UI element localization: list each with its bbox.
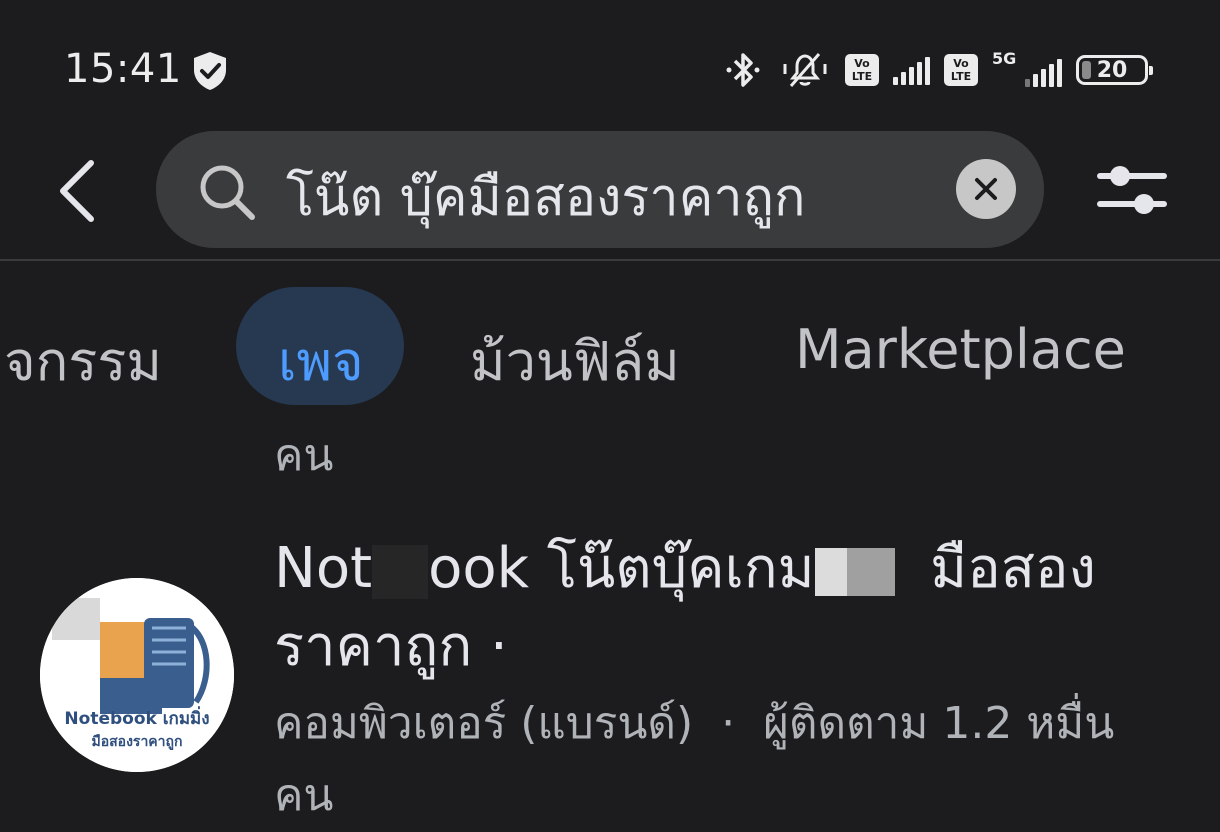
search-input[interactable]: โน๊ต บุ๊คมือสองราคาถูก	[156, 131, 1044, 248]
close-icon	[975, 178, 997, 200]
muted-bell-icon	[783, 53, 827, 87]
header-divider	[0, 259, 1220, 261]
page-avatar[interactable]: Notebook เกมมิ่ง มือสองราคาถูก	[40, 578, 234, 772]
status-bar: 15:41 Vo LTE Vo LTE 5G 20	[0, 0, 1220, 130]
search-query-text: โน๊ต บุ๊คมือสองราคาถูก	[286, 168, 806, 228]
shield-check-icon	[194, 52, 226, 90]
result-category: คอมพิวเตอร์ (แบรนด์)	[274, 698, 694, 749]
notebook-logo-icon: Notebook เกมมิ่ง มือสองราคาถูก	[40, 578, 234, 772]
chevron-left-icon	[60, 160, 94, 222]
result-followers: ผู้ติดตาม 1.2 หมื่น	[763, 698, 1115, 749]
previous-result-tail: คน	[274, 430, 334, 481]
battery-level: 20	[1096, 57, 1128, 83]
tab-reels[interactable]: ม้วนฟิล์ม	[470, 318, 680, 404]
svg-text:มือสองราคาถูก: มือสองราคาถูก	[92, 734, 183, 750]
bluetooth-icon	[726, 53, 760, 87]
5g-signal-icon: 5G	[992, 49, 1062, 87]
battery-icon: 20	[1076, 55, 1153, 85]
meta-separator: ·	[721, 698, 736, 749]
blurred-region-2	[814, 547, 895, 596]
result-title-line2: ราคาถูก ·	[274, 614, 508, 679]
volte-icon-2: Vo LTE	[944, 54, 978, 86]
filter-button[interactable]	[1094, 158, 1170, 222]
result-meta: คอมพิวเตอร์ (แบรนด์) · ผู้ติดตาม 1.2 หมื…	[274, 688, 1194, 832]
tab-activities[interactable]: จกรรม	[4, 318, 162, 404]
back-button[interactable]	[52, 156, 102, 226]
svg-text:Notebook เกมมิ่ง: Notebook เกมมิ่ง	[64, 706, 209, 729]
volte-icon: Vo LTE	[845, 54, 879, 86]
result-title[interactable]: Not ook โน๊ตบุ๊คเกม มือสอง ราคาถูก ·	[274, 530, 1174, 686]
blurred-region	[372, 544, 429, 599]
signal-strength-icon	[893, 55, 930, 85]
filter-sliders-icon	[1097, 166, 1167, 214]
result-followers-tail: คน	[274, 770, 334, 821]
tab-pages[interactable]: เพจ	[278, 318, 364, 404]
status-time: 15:41	[64, 46, 182, 92]
tab-marketplace[interactable]: Marketplace	[795, 318, 1126, 381]
clear-search-button[interactable]	[956, 159, 1016, 219]
search-icon	[200, 165, 255, 220]
